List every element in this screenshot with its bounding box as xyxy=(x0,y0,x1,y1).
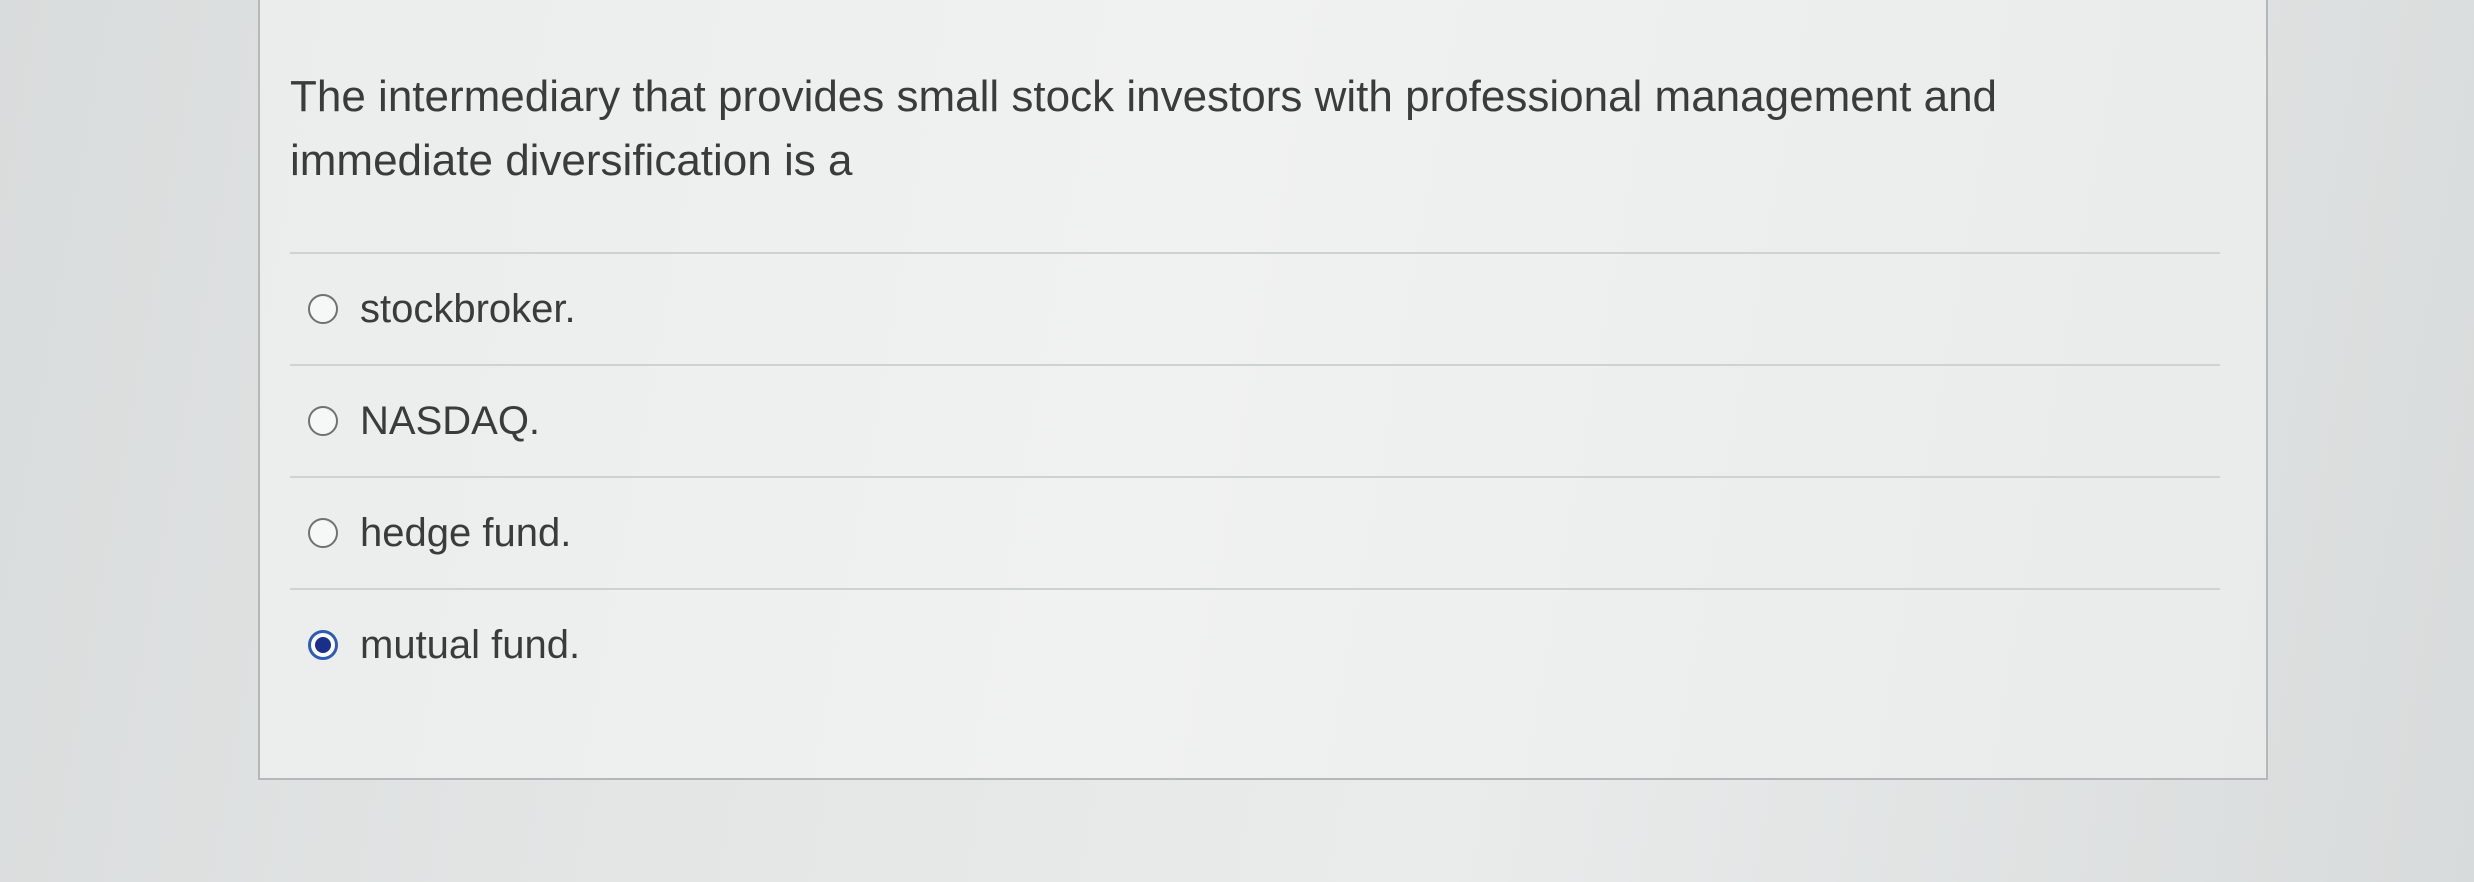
answer-label: NASDAQ. xyxy=(360,399,541,443)
question-card: The intermediary that provides small sto… xyxy=(258,0,2268,780)
answer-label: stockbroker. xyxy=(360,287,576,331)
answer-list: stockbroker. NASDAQ. hedge fund. mutual … xyxy=(290,252,2220,700)
answer-option-nasdaq[interactable]: NASDAQ. xyxy=(290,364,2220,476)
radio-button-unselected[interactable] xyxy=(308,406,338,436)
question-text: The intermediary that provides small sto… xyxy=(290,72,1998,185)
answer-option-stockbroker[interactable]: stockbroker. xyxy=(290,252,2220,364)
answer-label: mutual fund. xyxy=(360,623,581,667)
radio-button-unselected[interactable] xyxy=(308,518,338,548)
answer-option-mutual-fund[interactable]: mutual fund. xyxy=(290,588,2220,700)
radio-button-selected[interactable] xyxy=(308,630,338,660)
answer-option-hedge-fund[interactable]: hedge fund. xyxy=(290,476,2220,588)
answer-label: hedge fund. xyxy=(360,511,572,555)
radio-button-unselected[interactable] xyxy=(308,294,338,324)
